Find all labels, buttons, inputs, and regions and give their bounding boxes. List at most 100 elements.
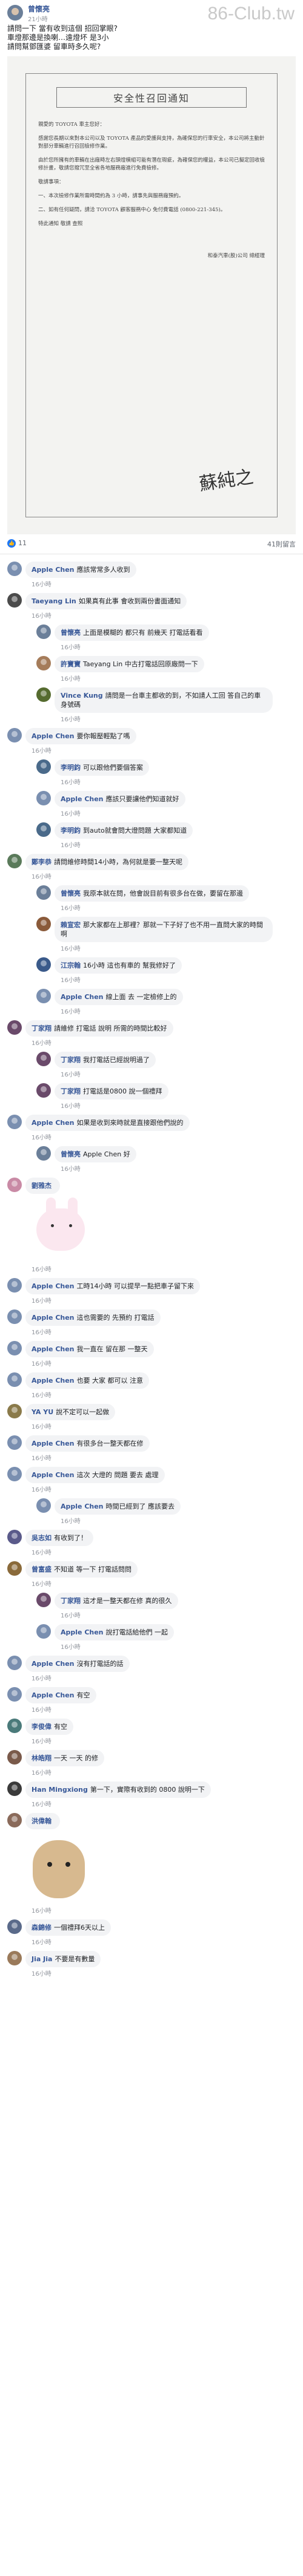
commenter-avatar[interactable] [7,1656,22,1670]
commenter-name[interactable]: YA YU [32,1408,53,1416]
commenter-name[interactable]: 江宗翰 [61,962,81,969]
comment-time[interactable]: 16小時 [55,902,249,912]
commenter-avatar[interactable] [7,593,22,608]
commenter-name[interactable]: Vince Kung [61,692,103,700]
letter-photo[interactable]: 安全性召回通知 親愛的 TOYOTA 車主您好： 感謝您長期以來對本公司以及 T… [7,56,296,534]
commenter-name[interactable]: Apple Chen [32,1660,75,1668]
comment-time[interactable]: 16小時 [25,1735,73,1745]
commenter-name[interactable]: 曾懷亮 [61,890,81,897]
commenter-avatar[interactable] [36,687,51,702]
commenter-avatar[interactable] [7,1404,22,1418]
comment-time[interactable]: 16小時 [55,839,193,849]
commenter-name[interactable]: Apple Chen [61,1503,104,1510]
comment-time[interactable]: 16小時 [25,1389,149,1399]
commenter-name[interactable]: Taeyang Lin [32,597,76,605]
commenter-avatar[interactable] [7,1278,22,1293]
commenter-avatar[interactable] [36,1498,51,1513]
commenter-avatar[interactable] [7,1750,22,1765]
author-name[interactable]: 曾懷亮 [28,5,50,14]
commenter-name[interactable]: 許寶寶 [61,660,81,668]
commenter-name[interactable]: Apple Chen [32,1377,75,1385]
comment-time[interactable]: 16小時 [25,1936,111,1946]
commenter-name[interactable]: Apple Chen [32,1440,75,1447]
comment-time[interactable]: 16小時 [25,1263,98,1273]
commenter-avatar[interactable] [7,1687,22,1702]
comment-time[interactable]: 16小時 [25,1546,93,1556]
commenter-avatar[interactable] [7,1115,22,1129]
commenter-avatar[interactable] [7,1309,22,1324]
commenter-name[interactable]: 林皓翔 [32,1754,52,1762]
commenter-name[interactable]: 李俊偉 [32,1723,52,1731]
commenter-name[interactable]: 賴宣宏 [61,921,81,929]
commenter-avatar[interactable] [36,885,51,900]
commenter-name[interactable]: Apple Chen [32,1345,75,1353]
comment-time[interactable]: 16小時 [55,974,182,984]
commenter-avatar[interactable] [7,1530,22,1544]
author-avatar[interactable] [7,5,23,21]
commenter-name[interactable]: Apple Chen [61,1628,104,1636]
commenter-avatar[interactable] [7,1919,22,1934]
commenter-avatar[interactable] [7,1435,22,1450]
commenter-name[interactable]: Apple Chen [32,732,75,740]
commenter-avatar[interactable] [7,1467,22,1481]
comment-time[interactable]: 16小時 [25,1483,165,1493]
comment-time[interactable]: 16小時 [25,1766,104,1777]
commenter-name[interactable]: 森錦修 [32,1924,52,1932]
commenter-avatar[interactable] [36,624,51,639]
comment-time[interactable]: 16小時 [25,744,136,755]
comment-time[interactable]: 16小時 [55,1005,183,1015]
commenter-avatar[interactable] [7,562,22,576]
commenter-avatar[interactable] [36,656,51,670]
comment-time[interactable]: 16小時 [25,1672,130,1682]
comment-time[interactable]: 16小時 [55,942,273,952]
comment-time[interactable]: 16小時 [55,672,204,683]
commenter-avatar[interactable] [36,1146,51,1161]
comment-time[interactable]: 16小時 [55,807,185,818]
commenter-name[interactable]: Jia Jia [32,1955,52,1963]
commenter-avatar[interactable] [7,1372,22,1387]
commenter-avatar[interactable] [36,1052,51,1066]
comment-time[interactable]: 16小時 [25,609,187,620]
post-time[interactable]: 21小時 [28,14,50,23]
commenter-name[interactable]: Apple Chen [32,566,75,574]
commenter-name[interactable]: 丁家翔 [61,1597,81,1605]
commenter-name[interactable]: Apple Chen [61,993,104,1001]
commenter-name[interactable]: Apple Chen [32,1282,75,1290]
commenter-name[interactable]: 李明鈞 [61,827,81,834]
commenter-name[interactable]: 吳志如 [32,1534,52,1542]
commenter-avatar[interactable] [36,1083,51,1098]
comment-time[interactable]: 16小時 [25,1798,211,1808]
comment-time[interactable]: 16小時 [55,1100,168,1110]
likes-count[interactable]: 👍 11 [7,539,27,549]
comment-time[interactable]: 16小時 [25,870,188,880]
commenter-avatar[interactable] [36,791,51,805]
comment-time[interactable]: 16小時 [25,1703,96,1714]
comment-time[interactable]: 16小時 [25,578,136,588]
comment-time[interactable]: 16小時 [55,1515,181,1525]
comment-time[interactable]: 16小時 [25,1452,150,1462]
comment-time[interactable]: 16小時 [25,1904,92,1915]
commenter-avatar[interactable] [36,989,51,1003]
commenter-avatar[interactable] [7,1178,22,1192]
commenter-avatar[interactable] [36,1593,51,1607]
commenter-avatar[interactable] [36,759,51,774]
comment-time[interactable]: 16小時 [25,1357,154,1368]
commenter-name[interactable]: 曾富盛 [32,1565,52,1573]
commenter-avatar[interactable] [7,1341,22,1355]
commenter-name[interactable]: Han Mingxiong [32,1786,88,1794]
comment-time[interactable]: 16小時 [25,1326,161,1336]
comment-time[interactable]: 16小時 [55,641,209,651]
comment-time[interactable]: 16小時 [55,1068,156,1078]
commenter-avatar[interactable] [7,854,22,868]
commenter-name[interactable]: 洪偉翰 [32,1817,52,1825]
comments-count[interactable]: 41則留言 [267,539,296,549]
commenter-avatar[interactable] [7,1781,22,1796]
comment-time[interactable]: 16小時 [55,776,149,786]
commenter-name[interactable]: 曾懷亮 [61,629,81,637]
commenter-name[interactable]: 丁家翔 [61,1087,81,1095]
commenter-avatar[interactable] [7,728,22,742]
commenter-avatar[interactable] [36,1624,51,1639]
comment-time[interactable]: 16小時 [25,1294,200,1305]
commenter-name[interactable]: Apple Chen [61,795,104,803]
commenter-name[interactable]: Apple Chen [32,1691,75,1699]
